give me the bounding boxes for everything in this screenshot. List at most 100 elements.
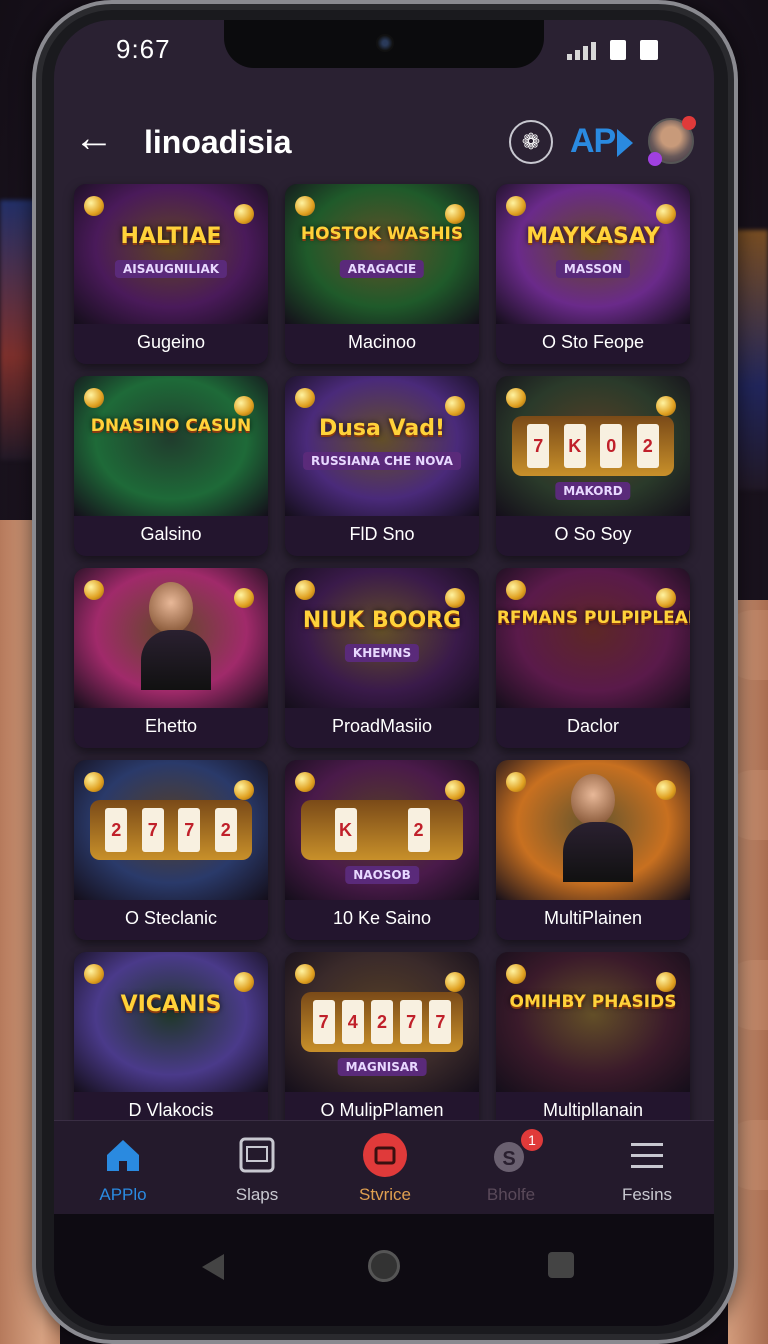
game-tile[interactable]: 7 K 0 2 MAKORD O So Soy <box>496 376 690 556</box>
game-artwork <box>74 568 268 708</box>
coin-icon <box>84 964 104 984</box>
system-nav-bar <box>54 1214 714 1326</box>
game-logo: HALTIAE <box>120 224 222 249</box>
status-dot <box>648 152 662 166</box>
avatar[interactable] <box>648 116 696 166</box>
game-artwork: 7 K 0 2 MAKORD <box>496 376 690 516</box>
game-title: O Sto Feope <box>496 324 690 364</box>
game-tile[interactable]: OMIHBY PHASIDS Multipllanain <box>496 952 690 1132</box>
coin-icon <box>234 588 254 608</box>
coin-icon <box>445 396 465 416</box>
menu-icon <box>627 1135 667 1175</box>
coin-icon <box>445 588 465 608</box>
coin-icon <box>295 580 315 600</box>
coin-icon <box>295 196 315 216</box>
coin-icon <box>295 772 315 792</box>
coin-icon <box>234 972 254 992</box>
game-subtitle: RUSSIANA CHE NOVA <box>303 452 461 470</box>
game-tile[interactable]: HALTIAE AISAUGNILIAK Gugeino <box>74 184 268 364</box>
reel-symbol: 2 <box>636 424 659 468</box>
coin-icon <box>234 780 254 800</box>
brand-badge[interactable]: AP <box>570 122 634 161</box>
game-tile[interactable]: PERFMANS PULPIPLEARS Daclor <box>496 568 690 748</box>
game-title: Galsino <box>74 516 268 556</box>
game-subtitle: AISAUGNILIAK <box>114 260 228 278</box>
game-tile[interactable]: MultiPlainen <box>496 760 690 940</box>
status-time: 9:67 <box>116 34 171 64</box>
game-subtitle: KHEMNS <box>344 644 420 662</box>
nav-item-bholfe[interactable]: S 1 Bholfe <box>456 1129 566 1205</box>
nav-item-slaps[interactable]: Slaps <box>202 1135 312 1205</box>
character-portrait <box>563 774 633 884</box>
game-artwork: VICANIS <box>74 952 268 1092</box>
nav-label: Fesins <box>621 1185 673 1204</box>
coin-icon <box>234 204 254 224</box>
notification-dot <box>682 116 696 130</box>
game-artwork: HALTIAE AISAUGNILIAK <box>74 184 268 324</box>
game-logo: HOSTOK WASHIS <box>300 224 464 244</box>
phone-screen: 9:67 ← linoadisia ❁ AP HALTIAE AISAUGNILI… <box>54 20 714 1326</box>
reel-symbol: 0 <box>600 424 623 468</box>
game-subtitle: NAOSOB <box>345 866 419 884</box>
game-tile[interactable]: K 2 NAOSOB 10 Ke Saino <box>285 760 479 940</box>
coin-icon <box>506 772 526 792</box>
game-tile[interactable]: Dusa Vad! RUSSIANA CHE NOVA FlD Sno <box>285 376 479 556</box>
slot-reels: K2 <box>301 800 463 860</box>
game-title: O Steclanic <box>74 900 268 940</box>
game-subtitle: ARAGACIE <box>339 260 425 278</box>
game-tile[interactable]: Ehetto <box>74 568 268 748</box>
game-logo: Dusa Vad! <box>319 416 445 441</box>
slot-reels: 7K02 <box>512 416 674 476</box>
coin-icon <box>295 388 315 408</box>
nav-label: Bholfe <box>486 1185 536 1204</box>
nav-label: APPlo <box>99 1185 147 1204</box>
game-tile[interactable]: 2772O Steclanic <box>74 760 268 940</box>
game-tile[interactable]: VICANIS D Vlakocis <box>74 952 268 1132</box>
coin-icon <box>656 972 676 992</box>
sim-icon <box>610 40 626 60</box>
recents-square-icon[interactable] <box>548 1252 574 1278</box>
game-logo: MAYKASAY <box>526 224 660 249</box>
game-grid: HALTIAE AISAUGNILIAK Gugeino HOSTOK WASHIS A… <box>74 184 694 1132</box>
game-title: ProadMasiio <box>285 708 479 748</box>
coin-icon <box>656 780 676 800</box>
notch <box>224 20 544 68</box>
nav-item-fesins[interactable]: Fesins <box>592 1135 702 1205</box>
coin-icon <box>84 580 104 600</box>
home-icon <box>103 1135 143 1175</box>
game-tile[interactable]: 7 4 2 7 7 MAGNISAR O MulipPlamen <box>285 952 479 1132</box>
tablet-icon <box>237 1135 277 1175</box>
coin-icon <box>84 196 104 216</box>
brand-badge-text: AP <box>570 122 616 160</box>
reel-symbol: K <box>563 424 586 468</box>
game-tile[interactable]: HOSTOK WASHIS ARAGACIE Macinoo <box>285 184 479 364</box>
notification-badge: 1 <box>521 1129 543 1151</box>
coin-icon <box>656 204 676 224</box>
game-artwork: Dusa Vad! RUSSIANA CHE NOVA <box>285 376 479 516</box>
nav-item-applo[interactable]: APPlo <box>68 1135 178 1205</box>
coin-icon <box>656 588 676 608</box>
reel-symbol: 7 <box>178 808 201 852</box>
game-artwork <box>496 760 690 900</box>
game-title: MultiPlainen <box>496 900 690 940</box>
character-portrait <box>141 582 211 692</box>
back-triangle-icon[interactable] <box>202 1254 224 1280</box>
coin-icon <box>445 204 465 224</box>
game-tile[interactable]: MAYKASAY MASSON O Sto Feope <box>496 184 690 364</box>
reel-symbol: 7 <box>527 424 550 468</box>
play-icon <box>617 129 634 158</box>
game-logo: PERFMANS PULPIPLEARS <box>496 608 690 628</box>
reel-symbol: 2 <box>105 808 128 852</box>
game-subtitle: MAKORD <box>555 482 631 500</box>
game-logo: VICANIS <box>120 992 222 1017</box>
arrow-left-icon[interactable]: ← <box>74 118 114 160</box>
game-tile[interactable]: DNASINO CASUN Galsino <box>74 376 268 556</box>
game-artwork: 7 4 2 7 7 MAGNISAR <box>285 952 479 1092</box>
slot-reels: 2772 <box>90 800 252 860</box>
battery-icon <box>640 40 658 60</box>
nav-item-stvrice[interactable]: Stvrice <box>330 1133 440 1205</box>
butterfly-icon[interactable]: ❁ <box>509 120 553 164</box>
home-circle-icon[interactable] <box>368 1250 400 1282</box>
coin-icon <box>295 964 315 984</box>
game-tile[interactable]: NIUK BOORG KHEMNS ProadMasiio <box>285 568 479 748</box>
